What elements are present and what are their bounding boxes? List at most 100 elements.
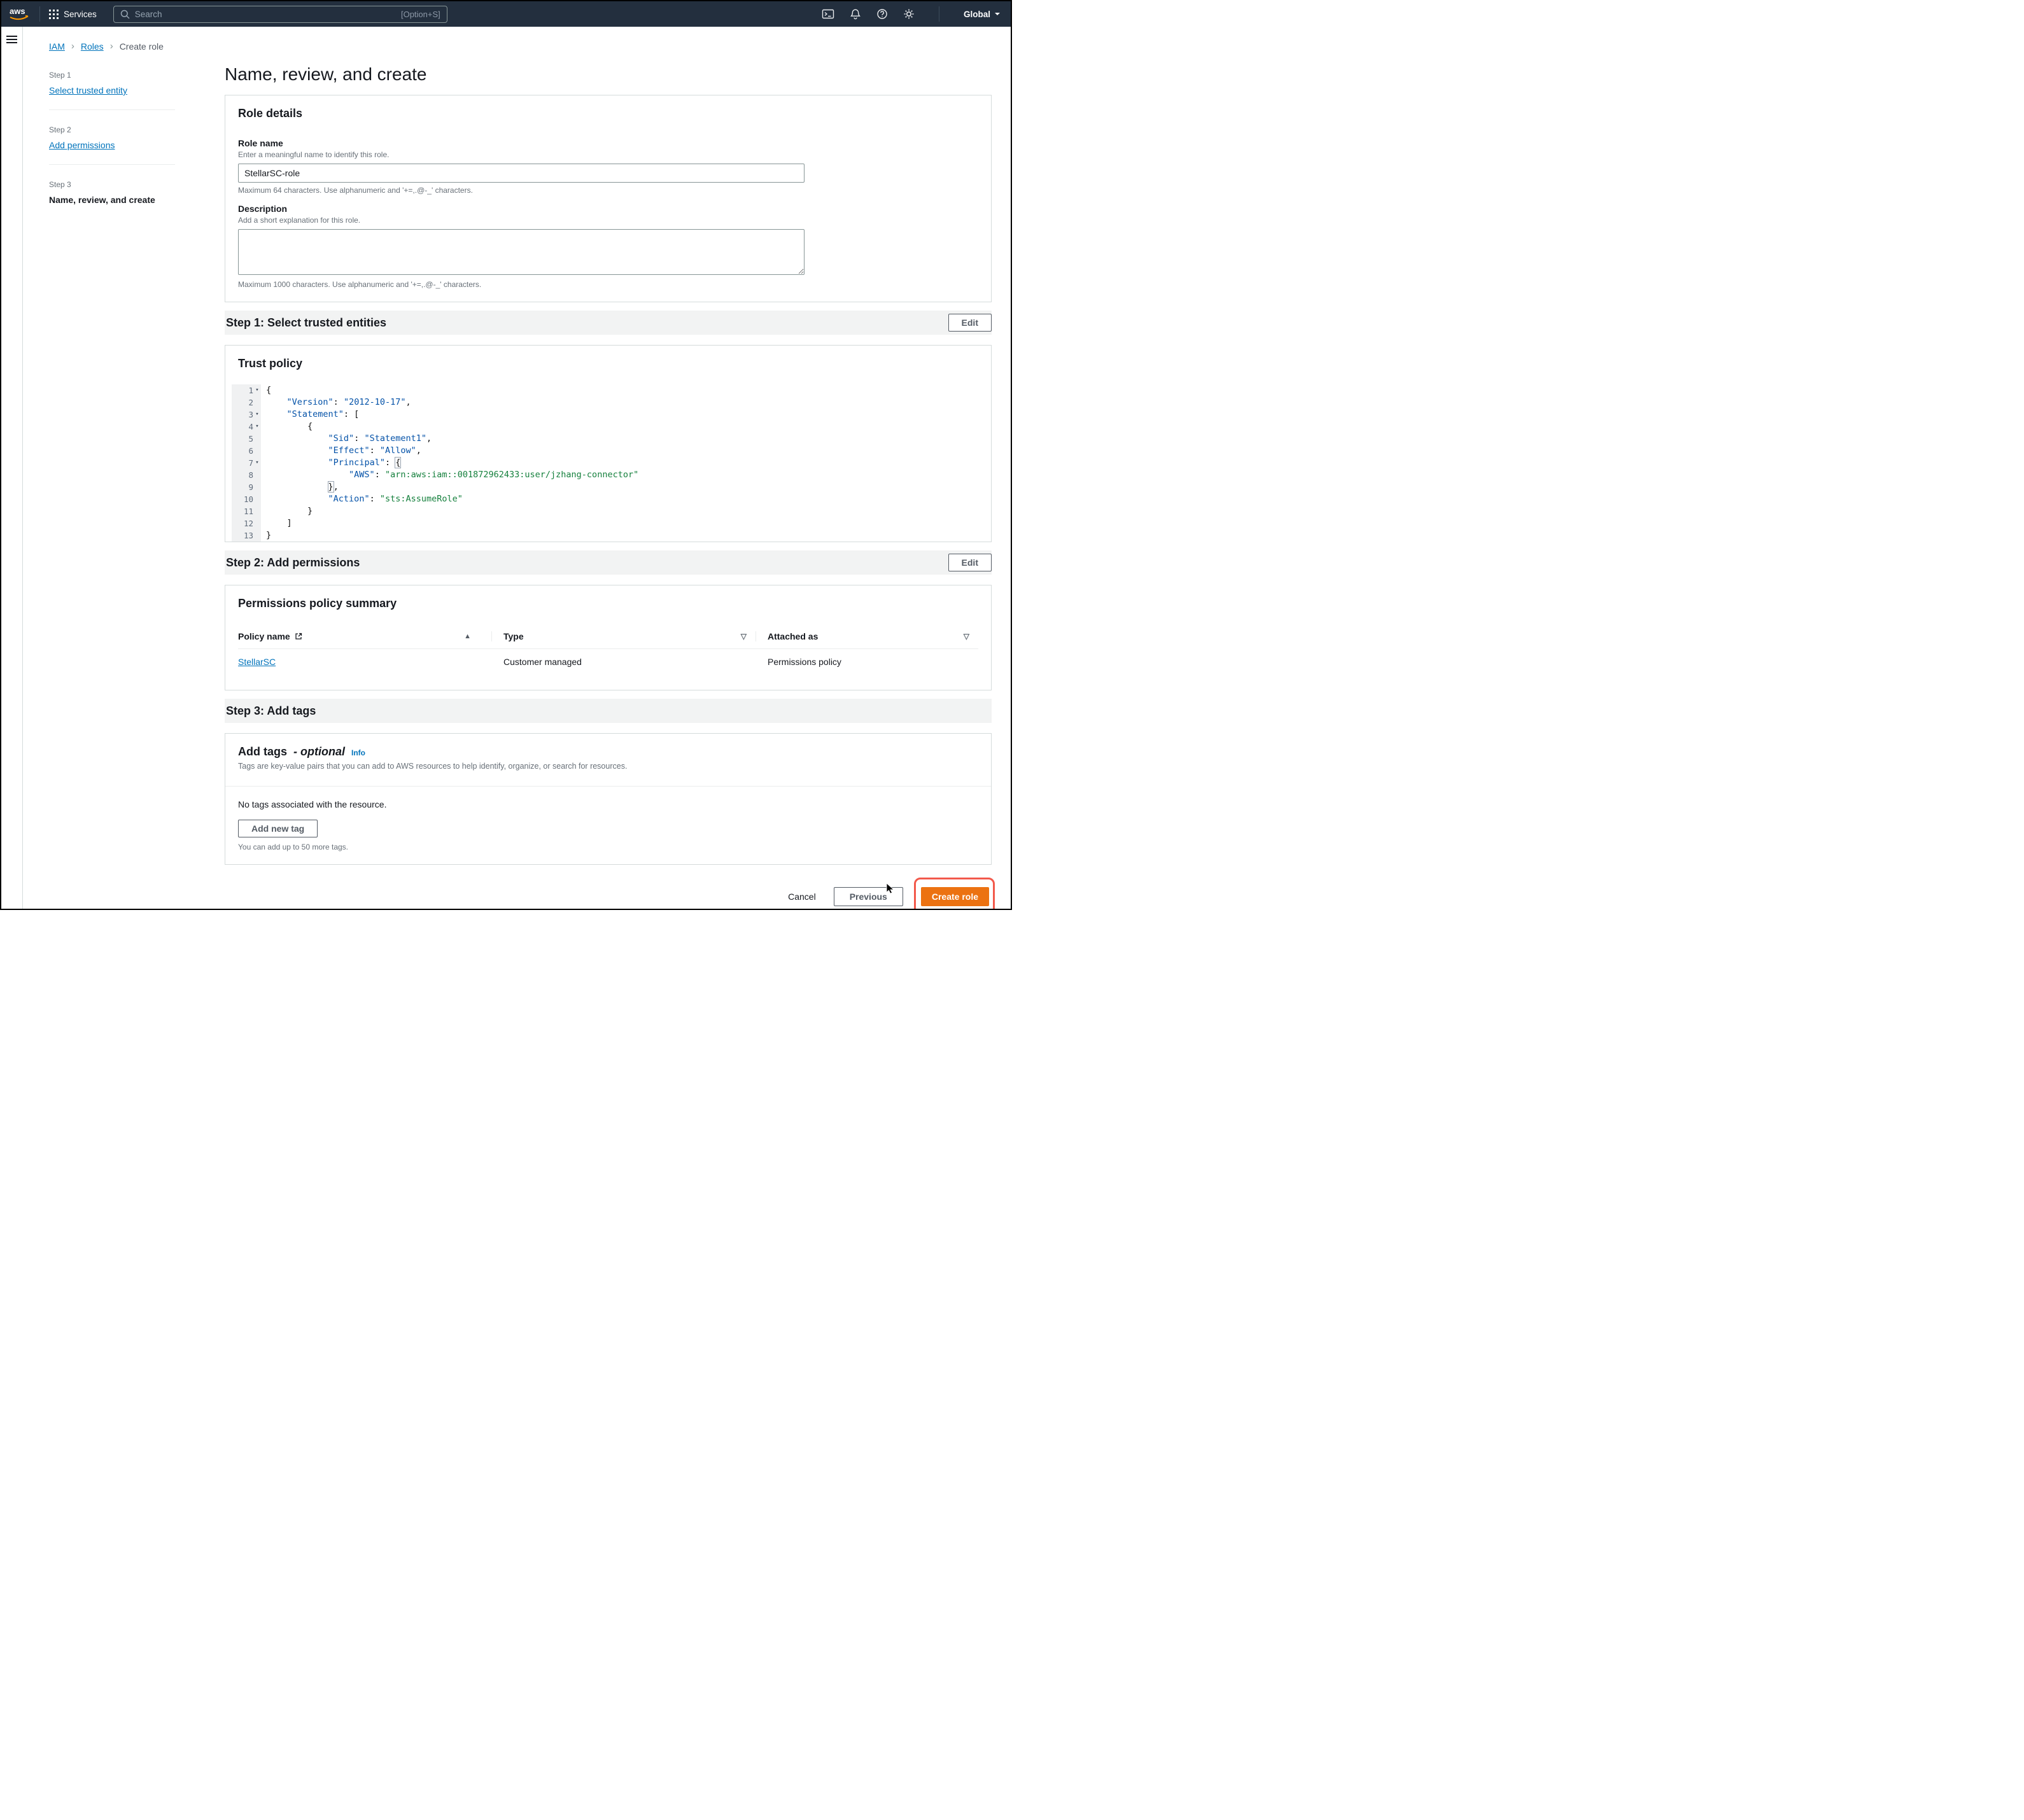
step-current-label: Name, review, and create [49,195,175,205]
permissions-table: Policy name ▲ Type ▽ [238,624,978,676]
breadcrumb-link-iam[interactable]: IAM [49,41,65,52]
add-tags-optional-label: - optional [293,745,345,759]
step-link-add-permissions[interactable]: Add permissions [49,140,115,150]
trust-policy-code[interactable]: 1▾{2 "Version": "2012-10-17",3▾ "Stateme… [232,384,985,542]
fold-caret-icon[interactable]: ▾ [253,384,261,396]
page-content: IAM › Roles › Create role Step 1 Select … [23,27,1011,910]
services-label: Services [64,10,97,19]
nav-utilities: Global [822,6,1001,22]
section-title-step1: Step 1: Select trusted entities [226,316,386,330]
code-line: 12 ] [232,517,985,529]
filter-icon[interactable]: ▽ [741,632,747,641]
column-header-type[interactable]: Type ▽ [491,631,755,641]
permissions-summary-title: Permissions policy summary [238,597,978,610]
edit-trusted-entities-button[interactable]: Edit [948,314,992,332]
search-input[interactable] [135,10,396,19]
breadcrumb-link-roles[interactable]: Roles [81,41,104,52]
column-label: Type [503,631,524,641]
code-line: 13} [232,529,985,542]
filter-icon[interactable]: ▽ [964,632,969,641]
code-line: 10 "Action": "sts:AssumeRole" [232,493,985,505]
role-details-title: Role details [238,107,978,120]
add-new-tag-button[interactable]: Add new tag [238,820,318,837]
code-line: 4▾ { [232,421,985,433]
external-link-icon [295,633,302,640]
step-nav-item-3-current: Step 3 Name, review, and create [49,174,175,219]
column-header-policy-name[interactable]: Policy name ▲ [238,631,491,641]
info-link[interactable]: Info [351,748,365,757]
role-name-input[interactable] [238,164,805,183]
aws-logo[interactable]: aws [8,6,31,22]
settings-gear-icon[interactable] [903,8,915,20]
create-role-button[interactable]: Create role [921,887,989,906]
chevron-right-icon: › [110,41,113,52]
edit-permissions-button[interactable]: Edit [948,554,992,571]
table-row: StellarSC Customer managed Permissions p… [238,649,978,676]
description-hint: Add a short explanation for this role. [238,216,978,225]
column-header-attached-as[interactable]: Attached as ▽ [755,631,978,641]
nav-divider [39,6,40,22]
tags-limit-note: You can add up to 50 more tags. [238,843,978,851]
help-icon[interactable] [876,8,888,20]
description-constraint: Maximum 1000 characters. Use alphanumeri… [238,280,978,289]
role-name-label: Role name [238,138,978,148]
page-title: Name, review, and create [225,64,992,85]
section-header-step3: Step 3: Add tags [225,699,992,723]
add-tags-card: Add tags - optional Info Tags are key-va… [225,733,992,865]
notifications-bell-icon[interactable] [850,8,861,20]
trust-policy-title: Trust policy [238,357,978,370]
section-header-step1: Step 1: Select trusted entities Edit [225,311,992,335]
menu-hamburger-icon[interactable] [6,36,17,43]
code-line: 6 "Effect": "Allow", [232,445,985,457]
aws-logo-icon: aws [8,6,31,22]
search-icon [120,10,130,19]
trust-policy-card: Trust policy 1▾{2 "Version": "2012-10-17… [225,345,992,542]
policy-type-cell: Customer managed [491,657,755,667]
section-header-step2: Step 2: Add permissions Edit [225,550,992,575]
step-link-select-trusted-entity[interactable]: Select trusted entity [49,85,127,95]
breadcrumb: IAM › Roles › Create role [49,41,992,52]
region-selector[interactable]: Global [964,10,1001,19]
description-label: Description [238,204,978,214]
add-tags-description: Tags are key-value pairs that you can ad… [238,762,978,771]
code-line: 11 } [232,505,985,517]
sort-ascending-icon[interactable]: ▲ [464,633,471,640]
search-shortcut-hint: [Option+S] [401,10,440,19]
table-header-row: Policy name ▲ Type ▽ [238,624,978,649]
section-title-step3: Step 3: Add tags [226,704,316,718]
top-navigation-bar: aws Services [Option+S] [1,1,1011,27]
collapsed-side-panel [1,27,23,909]
chevron-right-icon: › [71,41,74,52]
fold-caret-icon[interactable]: ▾ [253,421,261,433]
code-line: 8 "AWS": "arn:aws:iam::001872962433:user… [232,469,985,481]
services-grid-icon [49,10,59,19]
fold-caret-icon[interactable]: ▾ [253,409,261,421]
policy-attached-as-cell: Permissions policy [755,657,978,667]
step-number-label: Step 1 [49,71,175,80]
step-nav-item-2: Step 2 Add permissions [49,119,175,165]
permissions-summary-card: Permissions policy summary Policy name [225,585,992,690]
code-line: 5 "Sid": "Statement1", [232,433,985,445]
no-tags-text: No tags associated with the resource. [238,799,978,809]
global-search[interactable]: [Option+S] [113,6,447,23]
code-line: 2 "Version": "2012-10-17", [232,396,985,409]
fold-caret-icon[interactable]: ▾ [253,457,261,469]
code-line: 1▾{ [232,384,985,396]
code-line: 7▾ "Principal": { [232,457,985,469]
wizard-footer-actions: Cancel Previous Create role [225,880,992,910]
region-label: Global [964,10,990,19]
policy-name-link[interactable]: StellarSC [238,657,276,667]
cancel-button[interactable]: Cancel [788,892,816,902]
role-name-constraint: Maximum 64 characters. Use alphanumeric … [238,186,978,195]
main-column: Name, review, and create Role details Ro… [225,64,992,910]
step-number-label: Step 2 [49,125,175,134]
description-textarea[interactable] [238,229,805,275]
column-label: Policy name [238,631,290,641]
code-line: 9 }, [232,481,985,493]
code-line: 3▾ "Statement": [ [232,409,985,421]
cloudshell-icon[interactable] [822,8,834,20]
step-number-label: Step 3 [49,180,175,189]
services-menu[interactable]: Services [49,10,97,19]
section-title-step2: Step 2: Add permissions [226,556,360,570]
role-name-hint: Enter a meaningful name to identify this… [238,150,978,159]
